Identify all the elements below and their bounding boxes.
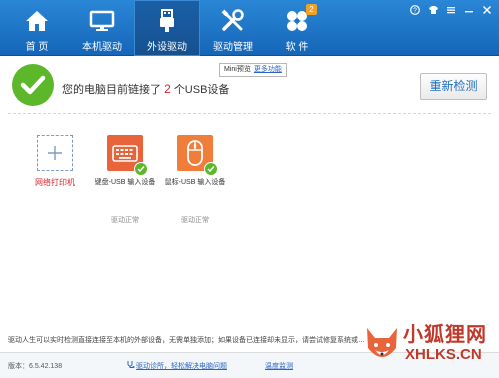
mouse-tile[interactable] [177,135,218,176]
minimize-icon[interactable] [463,4,475,16]
usb-status-text: 您的电脑目前链接了 2 个USB设备 [62,81,229,97]
skin-icon[interactable] [427,4,439,16]
window-controls: ? [409,4,493,16]
add-printer-tile[interactable] [37,135,73,171]
driver-state: 驱动正常 [111,217,139,224]
device-name: 网络打印机 [35,178,75,187]
nav-driver-management[interactable]: 驱动管理 [200,0,266,56]
nav-driver-management-label: 驱动管理 [213,42,253,53]
driver-ok-icon [134,162,148,176]
status-suffix: 个USB设备 [173,84,230,96]
help-icon[interactable]: ? [409,4,421,16]
driver-ok-icon [204,162,218,176]
nav-home-label: 首 页 [25,42,49,53]
nav-software-label: 软 件 [285,42,309,53]
nav-local-drivers-label: 本机驱动 [82,42,122,53]
driver-state: 驱动正常 [181,217,209,224]
nav-local-drivers[interactable]: 本机驱动 [69,0,135,56]
redetect-button[interactable]: 重新检测 [420,73,487,100]
tools-icon [221,9,244,31]
driver-clinic-link[interactable]: 驱动诊所，轻松解决电脑问题 [136,361,227,371]
watermark-title: 小狐狸网 [403,324,487,346]
more-features-link[interactable]: 更多功能 [254,66,282,73]
mini-preview-tooltip: Mini预览 更多功能 [219,63,287,77]
device-network-printer[interactable]: 网络打印机 [20,135,90,188]
temperature-monitor-link[interactable]: 温度监测 [265,361,293,371]
nav-peripheral-drivers-label: 外设驱动 [147,42,187,53]
svg-text:?: ? [413,8,417,15]
stethoscope-icon [127,361,135,368]
usb-device-count: 2 [164,82,171,96]
device-keyboard[interactable]: 键盘-USB 输入设备 驱动正常 [90,135,160,225]
keyboard-tile[interactable] [107,135,148,176]
monitor-icon [89,10,115,31]
fox-logo-icon [367,328,397,357]
add-icon [48,146,62,160]
menu-icon[interactable] [445,4,457,16]
nav-home[interactable]: 首 页 [4,0,70,56]
status-prefix: 您的电脑目前链接了 [62,84,161,96]
connected-check-icon [12,64,54,106]
device-name: 键盘-USB 输入设备 [94,179,156,186]
close-icon[interactable] [481,4,493,16]
home-icon [26,11,48,31]
site-watermark: 小狐狸网 XHLKS.CN [361,316,495,376]
watermark-url: XHLKS.CN [405,346,482,363]
top-toolbar: 首 页 本机驱动 外设驱动 驱动管理 软 件 2 ? [0,0,499,56]
mini-preview-label: Mini预览 [224,66,251,73]
device-mouse[interactable]: 鼠标-USB 输入设备 驱动正常 [160,135,230,225]
nav-software[interactable]: 软 件 [264,0,330,56]
software-update-badge: 2 [306,4,317,15]
usb-plug-icon [160,9,174,32]
device-name: 鼠标-USB 输入设备 [164,179,226,186]
version-label: 版本：6.5.42.138 [8,363,63,370]
header-divider [8,113,491,114]
nav-peripheral-drivers[interactable]: 外设驱动 [134,0,200,56]
